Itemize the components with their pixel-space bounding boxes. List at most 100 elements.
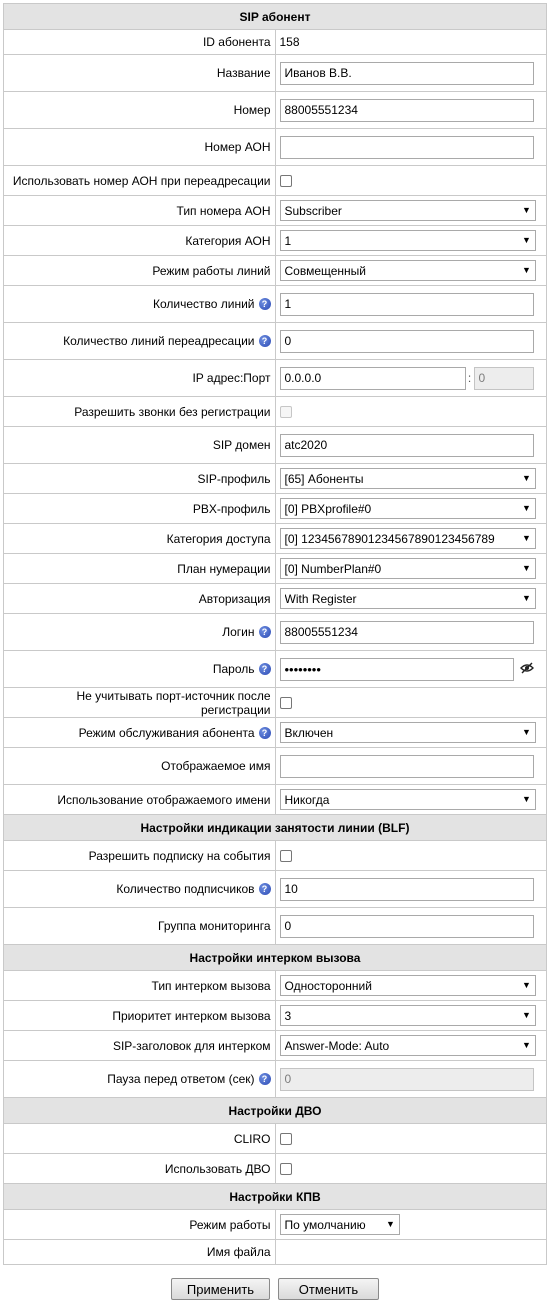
form-buttons: Применить Отменить <box>0 1278 550 1300</box>
aon-category-select[interactable]: 1 ▼ <box>279 230 536 251</box>
authorization-select[interactable]: With Register ▼ <box>279 588 536 609</box>
help-icon[interactable]: ? <box>258 663 271 675</box>
service-mode-select[interactable]: Включен ▼ <box>279 722 536 743</box>
sip-domain-input[interactable]: atc2020 <box>279 433 534 457</box>
label-numbering-plan: План нумерации <box>3 553 276 584</box>
label-number: Номер <box>3 91 276 129</box>
label-monitoring-group: Группа мониторинга <box>3 907 276 945</box>
access-category-select[interactable]: [0] 12345678901234567890123456789 ▼ <box>279 528 536 549</box>
subscriber-count-input[interactable]: 10 <box>279 877 534 901</box>
label-subscriber-id: ID абонента <box>3 29 276 55</box>
intercom-sip-header-select[interactable]: Answer-Mode: Auto ▼ <box>279 1035 536 1056</box>
chevron-down-icon: ▼ <box>518 559 535 578</box>
label-login: Логин <box>222 625 255 639</box>
label-intercom-priority: Приоритет интерком вызова <box>3 1000 276 1031</box>
aon-type-select[interactable]: Subscriber ▼ <box>279 200 536 221</box>
label-allow-unregistered: Разрешить звонки без регистрации <box>3 396 276 427</box>
label-subscriber-count: Количество подписчиков <box>116 882 255 896</box>
chevron-down-icon: ▼ <box>518 529 535 548</box>
chevron-down-icon: ▼ <box>518 201 535 220</box>
allow-unregistered-checkbox <box>279 405 292 418</box>
help-icon[interactable]: ? <box>258 883 271 895</box>
cliro-checkbox[interactable] <box>279 1132 292 1145</box>
redirect-line-count-input[interactable]: 0 <box>279 329 534 353</box>
label-authorization: Авторизация <box>3 583 276 614</box>
label-access-category: Категория доступа <box>3 523 276 554</box>
section-header-blf: Настройки индикации занятости линии (BLF… <box>3 814 547 841</box>
numbering-plan-value: [0] NumberPlan#0 <box>284 561 382 576</box>
sip-profile-select[interactable]: [65] Абоненты ▼ <box>279 468 536 489</box>
file-name-value <box>274 1239 547 1265</box>
aon-type-value: Subscriber <box>284 203 342 218</box>
chevron-down-icon: ▼ <box>382 1215 399 1234</box>
help-icon[interactable]: ? <box>258 626 271 638</box>
label-intercom-sip-header: SIP-заголовок для интерком <box>3 1030 276 1061</box>
label-line-count: Количество линий <box>152 297 255 311</box>
help-icon[interactable]: ? <box>258 298 271 310</box>
number-input[interactable]: 88005551234 <box>279 98 534 122</box>
help-icon[interactable]: ? <box>258 1073 271 1085</box>
label-display-name: Отображаемое имя <box>3 747 276 785</box>
label-password: Пароль <box>212 662 255 676</box>
display-name-usage-value: Никогда <box>284 792 330 807</box>
access-category-value: [0] 12345678901234567890123456789 <box>284 531 495 546</box>
chevron-down-icon: ▼ <box>518 231 535 250</box>
use-dvo-checkbox[interactable] <box>279 1162 292 1175</box>
label-sip-profile: SIP-профиль <box>3 463 276 494</box>
aon-category-value: 1 <box>284 233 292 248</box>
line-mode-select[interactable]: Совмещенный ▼ <box>279 260 536 281</box>
ip-port-separator: : <box>467 371 472 385</box>
label-aon-number: Номер АОН <box>3 128 276 166</box>
label-pbx-profile: PBX-профиль <box>3 493 276 524</box>
display-name-input[interactable] <box>279 754 534 778</box>
numbering-plan-select[interactable]: [0] NumberPlan#0 ▼ <box>279 558 536 579</box>
label-redirect-line-count: Количество линий переадресации <box>63 334 255 348</box>
aon-number-input[interactable] <box>279 135 534 159</box>
kpv-mode-value: По умолчанию <box>284 1217 366 1232</box>
password-input[interactable]: •••••••• <box>279 657 514 681</box>
ip-address-input[interactable]: 0.0.0.0 <box>279 366 466 390</box>
label-answer-pause: Пауза перед ответом (сек) <box>107 1072 255 1086</box>
section-header-dvo: Настройки ДВО <box>3 1097 547 1124</box>
help-icon[interactable]: ? <box>258 335 271 347</box>
section-header-intercom: Настройки интерком вызова <box>3 944 547 971</box>
login-input[interactable]: 88005551234 <box>279 620 534 644</box>
label-cliro: CLIRO <box>3 1123 276 1154</box>
subscriber-id-value: 158 <box>274 29 547 55</box>
intercom-priority-select[interactable]: 3 ▼ <box>279 1005 536 1026</box>
help-icon[interactable]: ? <box>258 726 271 739</box>
line-mode-value: Совмещенный <box>284 263 367 278</box>
label-ip-port: IP адрес:Порт <box>3 359 276 397</box>
pbx-profile-value: [0] PBXprofile#0 <box>284 501 372 516</box>
label-kpv-mode: Режим работы <box>3 1209 276 1240</box>
label-display-name-usage: Использование отображаемого имени <box>3 784 276 815</box>
port-input: 0 <box>473 366 534 390</box>
label-ignore-src-port: Не учитывать порт-источник после регистр… <box>3 687 276 718</box>
apply-button[interactable]: Применить <box>171 1278 270 1300</box>
chevron-down-icon: ▼ <box>518 261 535 280</box>
label-service-mode: Режим обслуживания абонента <box>78 725 255 740</box>
use-aon-redirect-checkbox[interactable] <box>279 174 292 187</box>
chevron-down-icon: ▼ <box>518 976 535 995</box>
allow-subscribe-checkbox[interactable] <box>279 849 292 862</box>
label-sip-domain: SIP домен <box>3 426 276 464</box>
intercom-type-value: Односторонний <box>284 978 372 993</box>
display-name-usage-select[interactable]: Никогда ▼ <box>279 789 536 810</box>
intercom-type-select[interactable]: Односторонний ▼ <box>279 975 536 996</box>
subscriber-form: SIP абонент ID абонента 158 Название Ива… <box>3 3 547 1265</box>
line-count-input[interactable]: 1 <box>279 292 534 316</box>
pbx-profile-select[interactable]: [0] PBXprofile#0 ▼ <box>279 498 536 519</box>
label-aon-category: Категория АОН <box>3 225 276 256</box>
intercom-sip-header-value: Answer-Mode: Auto <box>284 1038 390 1053</box>
ignore-src-port-checkbox[interactable] <box>279 696 292 709</box>
chevron-down-icon: ▼ <box>518 589 535 608</box>
eye-off-icon[interactable] <box>514 662 534 677</box>
label-file-name: Имя файла <box>3 1239 276 1265</box>
monitoring-group-input[interactable]: 0 <box>279 914 534 938</box>
chevron-down-icon: ▼ <box>518 1036 535 1055</box>
cancel-button[interactable]: Отменить <box>278 1278 379 1300</box>
kpv-mode-select[interactable]: По умолчанию ▼ <box>279 1214 400 1235</box>
name-input[interactable]: Иванов В.В. <box>279 61 534 85</box>
chevron-down-icon: ▼ <box>518 1006 535 1025</box>
label-allow-subscribe: Разрешить подписку на события <box>3 840 276 871</box>
